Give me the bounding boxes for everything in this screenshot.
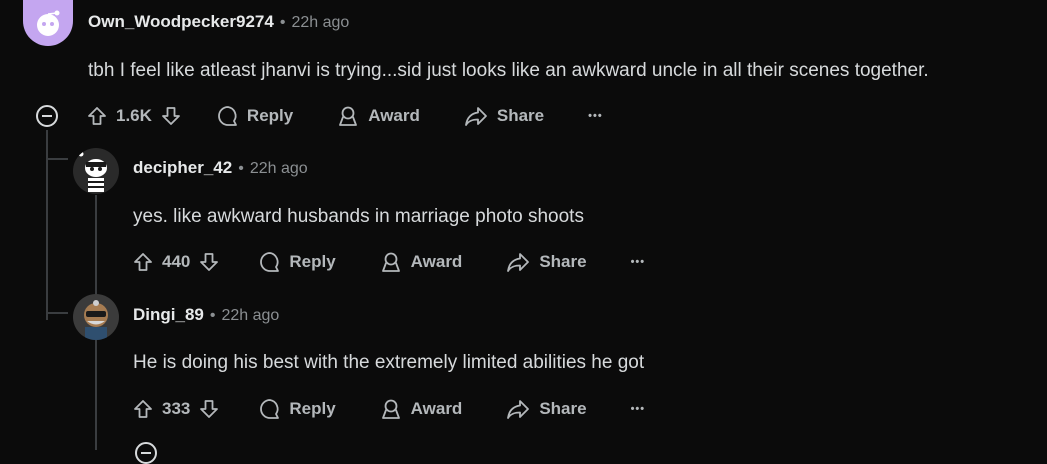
snoo-avatar-icon xyxy=(78,151,107,192)
comment-bubble-icon xyxy=(260,252,280,272)
reply-button[interactable]: Reply xyxy=(258,397,336,421)
collapse-thread-button[interactable] xyxy=(135,442,157,464)
upvote-button[interactable] xyxy=(132,398,154,420)
upvote-icon xyxy=(134,400,152,418)
share-button[interactable]: Share xyxy=(464,105,544,127)
reply-button[interactable]: Reply xyxy=(216,104,293,128)
share-button[interactable]: Share xyxy=(506,251,587,273)
thread-line xyxy=(46,160,48,320)
avatar[interactable] xyxy=(73,148,119,194)
award-label: Award xyxy=(410,399,463,418)
downvote-button[interactable] xyxy=(198,251,220,273)
upvote-button[interactable] xyxy=(132,251,154,273)
timestamp[interactable]: 22h ago xyxy=(250,160,308,178)
award-icon xyxy=(381,252,400,272)
reply-label: Reply xyxy=(289,399,336,418)
separator: • xyxy=(209,307,216,324)
award-button[interactable]: Award xyxy=(337,105,420,127)
avatar[interactable] xyxy=(73,294,119,340)
comment-text: yes. like awkward husbands in marriage p… xyxy=(133,206,584,227)
timestamp[interactable]: 22h ago xyxy=(291,14,349,32)
downvote-button[interactable] xyxy=(160,105,182,127)
downvote-icon xyxy=(162,107,180,125)
more-options-button[interactable]: ••• xyxy=(588,110,603,122)
separator: • xyxy=(279,14,286,31)
upvote-icon xyxy=(88,107,106,125)
thread-line-curve xyxy=(46,312,68,314)
share-icon xyxy=(507,400,530,419)
snoo-avatar-icon xyxy=(37,10,60,36)
award-icon xyxy=(339,106,358,126)
reply-button[interactable]: Reply xyxy=(258,250,336,274)
downvote-button[interactable] xyxy=(198,398,220,420)
timestamp[interactable]: 22h ago xyxy=(221,307,279,325)
comment-bubble-icon xyxy=(260,399,280,419)
comment-text: He is doing his best with the extremely … xyxy=(133,352,645,373)
award-label: Award xyxy=(368,106,420,125)
username[interactable]: Own_Woodpecker9274 xyxy=(88,12,274,32)
more-options-button[interactable]: ••• xyxy=(631,256,646,268)
comment-actions: 1.6K Reply Award Share ••• xyxy=(86,102,603,130)
avatar[interactable] xyxy=(23,0,73,46)
separator: • xyxy=(238,160,244,177)
upvote-icon xyxy=(134,253,152,271)
share-label: Share xyxy=(539,399,587,418)
comment-actions: 440 Reply Award Share ••• xyxy=(132,248,645,276)
comment-meta: Dingi_89 • 22h ago xyxy=(133,305,279,325)
share-icon xyxy=(464,107,487,126)
vote-count: 1.6K xyxy=(116,106,152,125)
reply-label: Reply xyxy=(246,106,294,125)
comment-actions: 333 Reply Award Share ••• xyxy=(132,395,645,423)
thread-line xyxy=(46,130,48,160)
snoo-avatar-icon xyxy=(84,300,108,340)
vote-count: 333 xyxy=(162,399,191,418)
username[interactable]: decipher_42 xyxy=(133,158,232,178)
collapse-thread-button[interactable] xyxy=(36,105,58,127)
comment-meta: decipher_42 • 22h ago xyxy=(133,158,308,178)
downvote-icon xyxy=(200,253,219,271)
comment-text: tbh I feel like atleast jhanvi is trying… xyxy=(88,60,929,81)
comment-meta: Own_Woodpecker9274 • 22h ago xyxy=(88,12,349,32)
award-button[interactable]: Award xyxy=(380,251,463,273)
comment-bubble-icon xyxy=(218,106,237,126)
reply-label: Reply xyxy=(289,252,336,271)
award-label: Award xyxy=(410,252,463,271)
thread-line-curve xyxy=(46,158,68,160)
share-label: Share xyxy=(496,106,545,125)
minus-icon xyxy=(141,452,151,454)
vote-count: 440 xyxy=(162,252,191,271)
share-label: Share xyxy=(539,252,587,271)
share-button[interactable]: Share xyxy=(506,398,587,420)
award-icon xyxy=(381,399,400,419)
minus-icon xyxy=(42,115,52,117)
more-options-button[interactable]: ••• xyxy=(631,403,646,415)
upvote-button[interactable] xyxy=(86,105,108,127)
share-icon xyxy=(507,253,530,272)
username[interactable]: Dingi_89 xyxy=(133,305,204,325)
award-button[interactable]: Award xyxy=(380,398,463,420)
downvote-icon xyxy=(200,400,219,418)
